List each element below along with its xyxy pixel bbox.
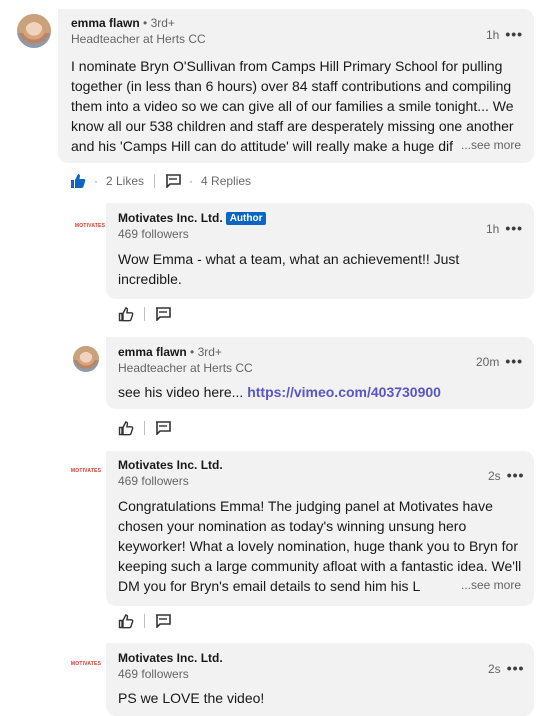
- reply-avatar[interactable]: [73, 346, 99, 372]
- reply-text: Wow Emma - what a team, what an achievem…: [118, 251, 460, 287]
- comment-time-row: 1h •••: [486, 26, 523, 42]
- reply-followers: 469 followers: [118, 474, 189, 488]
- reply-time: 2s: [488, 662, 501, 676]
- like-outline-icon[interactable]: [118, 613, 134, 629]
- separator-dot: ·: [189, 174, 194, 188]
- divider: [154, 174, 156, 188]
- more-icon[interactable]: •••: [507, 660, 525, 676]
- comment-actions: · 2 Likes · 4 Replies: [70, 171, 251, 191]
- comment-time: 1h: [486, 28, 500, 42]
- reply-icon[interactable]: [165, 174, 181, 188]
- reply-actions: [118, 611, 171, 631]
- reply-author-name[interactable]: Motivates Inc. Ltd.: [118, 651, 223, 665]
- more-icon[interactable]: •••: [505, 220, 523, 236]
- reply-followers: 469 followers: [118, 227, 189, 241]
- reply-actions: [118, 304, 171, 324]
- comment-text: I nominate Bryn O'Sullivan from Camps Hi…: [71, 58, 514, 154]
- see-more-link[interactable]: ...see more: [457, 578, 522, 592]
- comment-author-name[interactable]: emma flawn: [71, 16, 140, 30]
- reply-author-name[interactable]: emma flawn: [118, 345, 187, 359]
- reply-time-row: 2s •••: [488, 660, 524, 676]
- see-more-link[interactable]: ...see more: [457, 138, 522, 152]
- author-badge: Author: [225, 212, 267, 225]
- like-icon[interactable]: [70, 173, 86, 189]
- company-logo[interactable]: MOTIVATES: [70, 219, 110, 233]
- divider: [144, 614, 145, 628]
- company-logo[interactable]: MOTIVATES: [66, 464, 106, 478]
- reply-icon[interactable]: [155, 307, 171, 321]
- reply-degree: • 3rd+: [190, 345, 222, 359]
- comment-headline: Headteacher at Herts CC: [71, 32, 206, 46]
- reply-time-row: 1h •••: [486, 220, 523, 236]
- reply-time: 1h: [486, 222, 500, 236]
- likes-count[interactable]: 2 Likes: [106, 174, 144, 188]
- more-icon[interactable]: •••: [507, 467, 525, 483]
- reply-headline: Headteacher at Herts CC: [118, 361, 253, 375]
- reply-author-name[interactable]: Motivates Inc. Ltd.: [118, 458, 223, 472]
- like-outline-icon[interactable]: [118, 420, 134, 436]
- reply-author-line: Motivates Inc. Ltd.: [118, 458, 223, 472]
- reply-icon[interactable]: [155, 421, 171, 435]
- reply-author-line: emma flawn • 3rd+: [118, 345, 222, 359]
- replies-count[interactable]: 4 Replies: [201, 174, 251, 188]
- reply-text: PS we LOVE the video!: [118, 690, 265, 706]
- reply-time: 2s: [488, 469, 501, 483]
- like-outline-icon[interactable]: [118, 306, 134, 322]
- comment-author-line: emma flawn • 3rd+: [71, 16, 175, 30]
- separator-dot: ·: [94, 174, 98, 188]
- reply-text-row: see his video here... https://vimeo.com/…: [118, 382, 518, 402]
- reply-actions: [118, 418, 171, 438]
- comment-degree: • 3rd+: [143, 16, 175, 30]
- reply-icon[interactable]: [155, 614, 171, 628]
- reply-time-row: 20m •••: [476, 353, 523, 369]
- reply-author-name[interactable]: Motivates Inc. Ltd.: [118, 211, 223, 225]
- divider: [144, 421, 145, 435]
- reply-followers: 469 followers: [118, 667, 189, 681]
- more-icon[interactable]: •••: [505, 353, 523, 369]
- divider: [144, 307, 145, 321]
- reply-author-line: Motivates Inc. Ltd. Author: [118, 211, 267, 225]
- reply-author-line: Motivates Inc. Ltd.: [118, 651, 223, 665]
- comment-avatar[interactable]: [17, 14, 51, 48]
- reply-time-row: 2s •••: [488, 467, 524, 483]
- more-icon[interactable]: •••: [505, 26, 523, 42]
- reply-time: 20m: [476, 355, 500, 369]
- company-logo[interactable]: MOTIVATES: [66, 657, 106, 671]
- reply-text: see his video here...: [118, 384, 244, 400]
- video-link[interactable]: https://vimeo.com/403730900: [247, 384, 441, 400]
